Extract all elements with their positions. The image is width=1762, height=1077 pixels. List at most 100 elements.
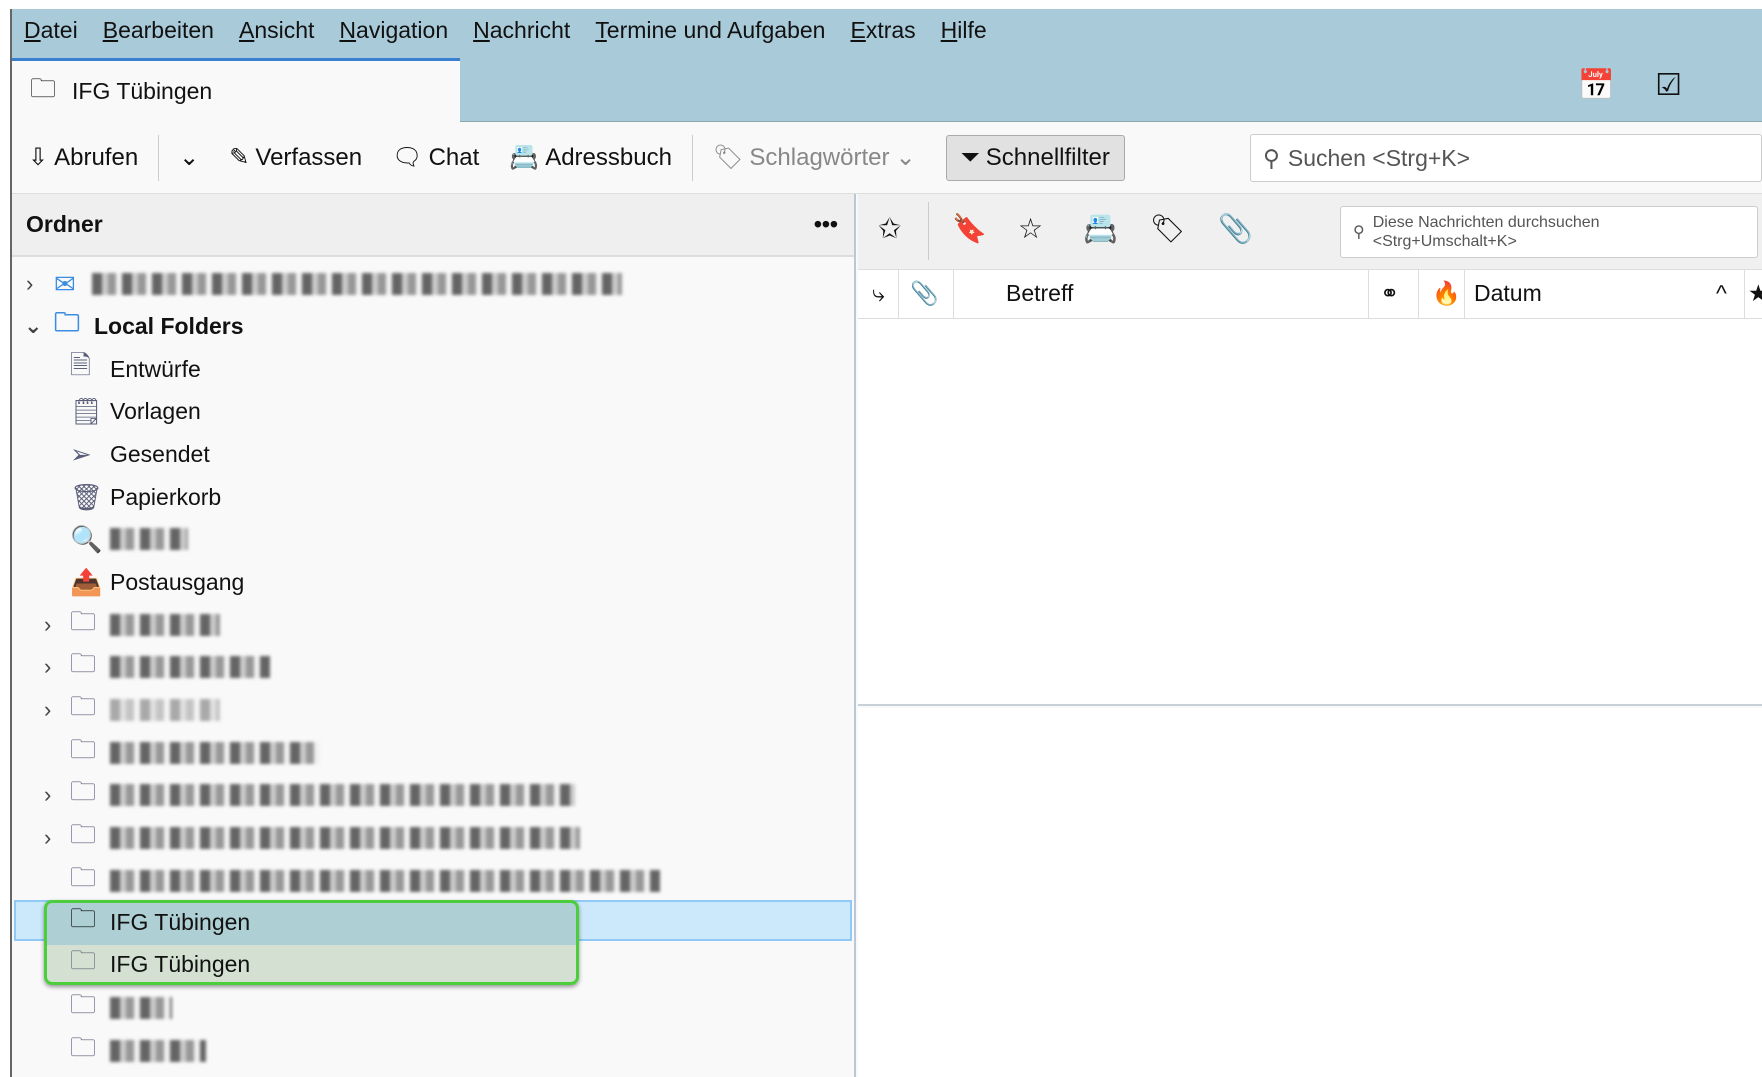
folder-icon: 🗀 [70, 1032, 97, 1062]
folder-row[interactable]: › 🗀 [12, 604, 854, 646]
folder-row-local-folders[interactable]: ⌄ 🗀 Local Folders [12, 305, 854, 347]
global-search-input[interactable]: ⚲ Suchen <Strg+K> [1250, 134, 1762, 182]
folder-row-trash[interactable]: 🗑 Papierkorb [12, 476, 854, 518]
folder-icon: 🗀 [30, 72, 57, 103]
tab-title: IFG Tübingen [72, 78, 213, 104]
contact-icon[interactable]: 📇 [1083, 212, 1118, 245]
menu-nachricht[interactable]: Nachricht [473, 17, 570, 44]
tasks-icon[interactable]: ☑ [1655, 68, 1682, 103]
folder-row[interactable]: › 🗀 [12, 774, 854, 816]
separator [691, 134, 693, 181]
download-icon: ⇩ [28, 144, 49, 171]
filter-placeholder: Diese Nachrichten durchsuchen <Strg+Umsc… [1372, 214, 1600, 250]
redacted-folder-name [110, 1040, 206, 1062]
folder-icon: 🗀 [70, 606, 97, 636]
tags-button[interactable]: 🏷 Schlagwörter ⌄ [713, 143, 916, 172]
search-icon: ⚲ [1263, 144, 1280, 171]
menu-bearbeiten[interactable]: Bearbeiten [103, 17, 214, 44]
folder-row-ifg-tuebingen-drag[interactable]: 🗀 IFG Tübingen [12, 943, 854, 985]
quick-filter-bar: ✩ 🔖 ☆ 📇 🏷 📎 ⚲ Diese Nachrichten durchsuch… [858, 194, 1762, 270]
attachment-column-icon[interactable]: 📎 [910, 280, 939, 307]
chevron-down-icon[interactable]: ⌄ [24, 313, 42, 339]
tab-ifg-tuebingen[interactable]: 🗀 IFG Tübingen [12, 58, 460, 122]
folder-row[interactable]: › 🗀 [12, 689, 854, 731]
chevron-right-icon[interactable]: › [44, 825, 51, 851]
search-icon: ⚲ [1353, 223, 1365, 241]
chat-label: Chat [428, 143, 480, 171]
folder-icon: 🗀 [70, 989, 97, 1019]
chevron-right-icon[interactable]: › [44, 697, 51, 723]
folder-row-outbox[interactable]: 📤 Postausgang [12, 561, 854, 603]
folder-label: IFG Tübingen [110, 950, 251, 977]
chat-icon: 🗨 [392, 144, 423, 171]
outbox-icon: 📤 [70, 566, 103, 597]
chevron-right-icon[interactable]: › [44, 654, 51, 680]
addressbook-button[interactable]: 📇 Adressbuch [509, 143, 672, 172]
folder-icon: 🗀 [70, 734, 97, 764]
date-column-header[interactable]: Datum [1474, 280, 1542, 307]
attachment-icon[interactable]: 📎 [1218, 212, 1253, 245]
folder-row[interactable]: 🗀 [12, 987, 854, 1029]
write-button[interactable]: ✎ Verfassen [229, 143, 362, 172]
tag-icon[interactable]: 🏷 [1150, 212, 1186, 245]
folder-row[interactable]: 🗀 [12, 732, 854, 774]
folder-row-drafts[interactable]: 🗎 Entwürfe [12, 348, 854, 390]
folder-row[interactable]: 🗀 [12, 860, 854, 902]
menu-extras[interactable]: Extras [850, 17, 915, 44]
redacted-folder-name [110, 784, 575, 806]
pin-icon[interactable]: ✩ [878, 212, 901, 245]
menu-navigation[interactable]: Navigation [339, 17, 448, 44]
redacted-folder-name [110, 742, 320, 764]
get-messages-dropdown[interactable]: ⌄ [179, 143, 199, 172]
thread-column-icon[interactable]: ⤷ [872, 280, 885, 307]
folder-label: Postausgang [110, 568, 245, 595]
tags-label: Schlagwörter [749, 143, 890, 171]
folder-pane: Ordner ••• › ✉ ⌄ 🗀 Local Folders 🗎 Entwürfe 🗒… [12, 194, 856, 1077]
more-options-button[interactable]: ••• [814, 211, 838, 238]
folder-row[interactable]: › 🗀 [12, 646, 854, 688]
junk-column-icon[interactable]: 🔥 [1432, 280, 1461, 307]
folder-row-sent[interactable]: ➢ Gesendet [12, 433, 854, 475]
calendar-icon[interactable]: 📅 [1578, 68, 1615, 103]
chevron-right-icon[interactable]: › [44, 612, 51, 638]
chevron-down-icon: ⌄ [179, 144, 200, 171]
drafts-icon: 🗎 [70, 350, 91, 380]
message-list[interactable] [858, 319, 1762, 706]
menu-ansicht[interactable]: Ansicht [239, 17, 314, 44]
get-messages-button[interactable]: ⇩ Abrufen [28, 143, 138, 172]
folder-pane-header: Ordner ••• [12, 194, 854, 257]
folder-row[interactable]: › 🗀 [12, 817, 854, 859]
filter-messages-input[interactable]: ⚲ Diese Nachrichten durchsuchen <Strg+Ums… [1340, 206, 1758, 258]
chevron-down-icon: ⌄ [895, 144, 916, 171]
addressbook-label: Adressbuch [545, 143, 672, 171]
folder-row-ifg-tuebingen-selected[interactable]: 🗀 IFG Tübingen [12, 901, 854, 943]
unread-filter-icon[interactable]: 🔖 [952, 212, 987, 245]
menu-datei[interactable]: Datei [24, 17, 78, 44]
star-column-icon[interactable]: ★ [1748, 280, 1762, 307]
folder-label: Vorlagen [110, 397, 201, 424]
redacted-folder-name [110, 997, 172, 1019]
thunderbird-window: Datei Bearbeiten Ansicht Navigation Nach… [10, 9, 1762, 1077]
quick-filter-button[interactable]: ⏷ Schnellfilter [945, 134, 1125, 181]
folder-row-account[interactable]: › ✉ [12, 263, 854, 305]
folder-label: Papierkorb [110, 483, 222, 510]
menu-hilfe[interactable]: Hilfe [941, 17, 987, 44]
folder-icon: 🗀 [70, 819, 97, 849]
folder-icon: 🗀 [70, 648, 97, 678]
read-column-icon[interactable]: ⚭ [1380, 280, 1399, 307]
folder-row-search[interactable]: 🔍 [12, 518, 854, 560]
folder-label: Gesendet [110, 440, 210, 467]
folder-row-templates[interactable]: 🗒 Vorlagen [12, 390, 854, 432]
star-icon[interactable]: ☆ [1018, 212, 1043, 245]
chat-button[interactable]: 🗨 Chat [392, 143, 479, 172]
chevron-right-icon[interactable]: › [26, 271, 33, 297]
subject-column-header[interactable]: Betreff [1006, 280, 1073, 307]
folder-pane-title: Ordner [26, 211, 103, 237]
redacted-folder-name [110, 699, 220, 721]
folder-row[interactable]: 🗀 [12, 1030, 854, 1072]
folder-label: Entwürfe [110, 355, 201, 382]
menu-termine[interactable]: Termine und Aufgaben [595, 17, 825, 44]
write-label: Verfassen [255, 143, 363, 171]
mail-account-icon: ✉ [54, 268, 76, 299]
chevron-right-icon[interactable]: › [44, 782, 51, 808]
